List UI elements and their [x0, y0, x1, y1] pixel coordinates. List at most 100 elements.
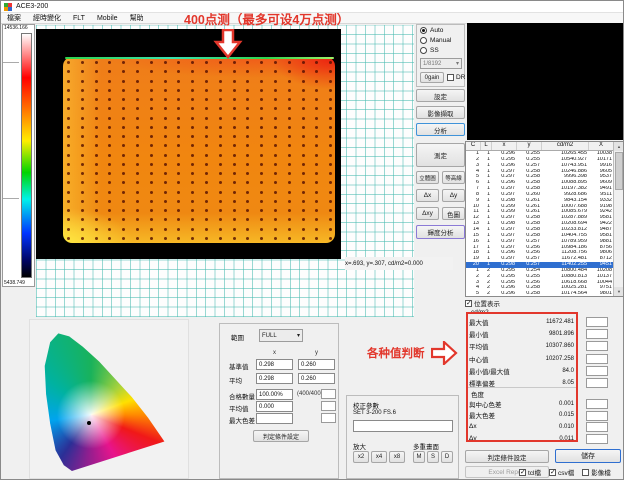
colormap-button[interactable]: 色圖 — [442, 207, 465, 220]
scroll-down-icon[interactable]: ▼ — [614, 287, 624, 296]
measure-point — [67, 98, 70, 101]
measure-point — [150, 80, 153, 83]
measure-point — [67, 172, 70, 175]
delta-y-button[interactable]: Δy — [442, 189, 465, 202]
position-display-checkbox[interactable] — [465, 300, 472, 307]
export-check-影像檔[interactable]: 影像檔 — [582, 467, 611, 477]
range-judge-settings-button[interactable]: 判定條件設定 — [253, 430, 309, 442]
measure-point — [288, 191, 291, 194]
average-x-field[interactable]: 0.298 — [256, 373, 293, 384]
analyze-button[interactable]: 分析 — [416, 123, 465, 136]
measure-point — [177, 154, 180, 157]
measure-point — [164, 209, 167, 212]
measure-point — [329, 98, 332, 101]
menu-flt[interactable]: FLT — [67, 15, 91, 22]
reference-x-field[interactable]: 0.298 — [256, 359, 293, 370]
measure-point — [302, 163, 305, 166]
shutter-select[interactable]: 1/8192 ▾ — [420, 58, 462, 69]
zoom-button-x8[interactable]: x8 — [389, 451, 405, 463]
dr-checkbox[interactable] — [447, 74, 454, 81]
range-select[interactable]: FULL ▾ — [259, 329, 303, 342]
luminance-display[interactable] — [36, 29, 341, 259]
position-display-check[interactable]: 位置表示 — [465, 298, 500, 308]
measure-point — [95, 237, 98, 240]
judgment-box — [586, 378, 608, 388]
measure-point — [95, 80, 98, 83]
checkbox-icon[interactable] — [582, 469, 589, 476]
settings-button[interactable]: 設定 — [416, 89, 465, 102]
menu-file[interactable]: 檔案 — [1, 13, 27, 23]
measure-point — [136, 80, 139, 83]
export-check-tcl檔[interactable]: tcl檔 — [519, 467, 541, 477]
judgment-box — [321, 401, 336, 411]
measure-point — [108, 98, 111, 101]
heatmap-top-edge — [65, 57, 334, 59]
app-icon — [4, 3, 12, 11]
measure-point — [260, 117, 263, 120]
measure-point — [315, 163, 318, 166]
measure-point — [205, 209, 208, 212]
dr-check[interactable]: DR — [447, 74, 465, 81]
multi-screen-button-m[interactable]: M — [413, 451, 425, 463]
measure-point — [274, 237, 277, 240]
radio-manual-icon[interactable] — [420, 37, 427, 44]
save-button[interactable]: 儲存 — [555, 449, 621, 463]
zoom-button-x4[interactable]: x4 — [371, 451, 387, 463]
menu-mobile[interactable]: Mobile — [91, 15, 124, 22]
delta-xy-button[interactable]: Δxy — [416, 207, 439, 220]
judge-settings-button[interactable]: 判定條件設定 — [465, 450, 549, 463]
table-row[interactable]: 520.2960.25810174.5649801 — [466, 291, 624, 297]
measure-point — [81, 218, 84, 221]
measure-point — [191, 70, 194, 73]
contour-button[interactable]: 等高線 — [442, 171, 465, 184]
measure-point — [164, 107, 167, 110]
multi-screen-button-s[interactable]: S — [427, 451, 439, 463]
measure-point — [329, 191, 332, 194]
capture-button[interactable]: 影像擷取 — [416, 106, 465, 119]
calibration-field[interactable] — [353, 420, 453, 432]
zero-gain-button[interactable]: 0gain — [420, 72, 444, 83]
measure-point — [315, 135, 318, 138]
measure-point — [108, 80, 111, 83]
multi-screen-button-d[interactable]: D — [441, 451, 453, 463]
checkbox-icon[interactable] — [549, 469, 556, 476]
scrollbar-thumb[interactable] — [615, 152, 623, 190]
delta-x-button[interactable]: Δx — [416, 189, 439, 202]
radio-ss-icon[interactable] — [420, 47, 427, 54]
measure-point — [164, 191, 167, 194]
radio-manual[interactable]: Manual — [420, 36, 464, 45]
mean-label: 平均值 — [229, 403, 249, 413]
measure-point — [315, 154, 318, 157]
cie-diagram-panel — [29, 319, 189, 479]
measure-point — [233, 200, 236, 203]
luminance-analysis-button[interactable]: 輝度分析 — [416, 225, 465, 239]
scroll-up-icon[interactable]: ▲ — [614, 142, 624, 151]
menu-time-change[interactable]: 經時變化 — [27, 13, 67, 23]
measure-point — [136, 209, 139, 212]
measure-point — [302, 218, 305, 221]
measure-point — [260, 154, 263, 157]
stereo-button[interactable]: 立體圖 — [416, 171, 439, 184]
measure-point — [95, 98, 98, 101]
measure-point — [315, 181, 318, 184]
measure-point — [108, 154, 111, 157]
measure-point — [67, 209, 70, 212]
measure-point — [67, 135, 70, 138]
measure-button[interactable]: 測定 — [416, 143, 465, 167]
zoom-button-x2[interactable]: x2 — [353, 451, 369, 463]
radio-auto[interactable]: Auto — [420, 26, 464, 35]
reference-y-field[interactable]: 0.260 — [298, 359, 335, 370]
average-y-field[interactable]: 0.260 — [298, 373, 335, 384]
measure-point — [302, 117, 305, 120]
measure-point — [233, 154, 236, 157]
checkbox-icon[interactable] — [519, 469, 526, 476]
menu-help[interactable]: 幫助 — [124, 13, 150, 23]
export-check-csv檔[interactable]: csv檔 — [549, 467, 574, 477]
radio-ss[interactable]: SS — [420, 46, 464, 55]
measure-point — [274, 126, 277, 129]
radio-auto-icon[interactable] — [420, 27, 427, 34]
judgment-box — [321, 413, 336, 423]
measure-point — [95, 61, 98, 64]
table-scrollbar[interactable]: ▲ ▼ — [613, 142, 624, 296]
measure-point — [177, 209, 180, 212]
